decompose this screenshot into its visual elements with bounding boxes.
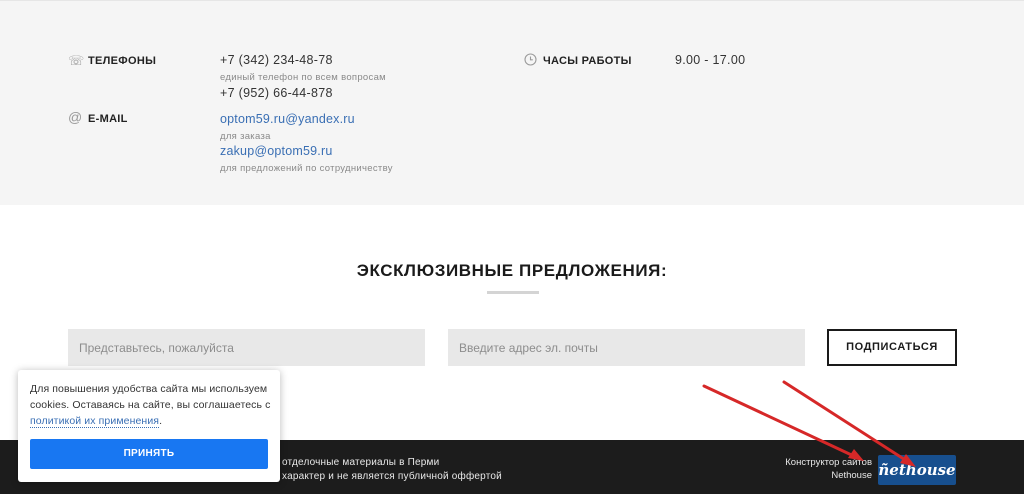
credit-line-1: Конструктор сайтов [785,457,872,468]
accept-cookies-button[interactable]: ПРИНЯТЬ [30,439,268,469]
nethouse-credit[interactable]: Конструктор сайтов Nethouse [785,456,872,482]
cookie-message: Для повышения удобства сайта мы использу… [30,383,271,411]
cookie-banner: Для повышения удобства сайта мы использу… [18,370,280,482]
credit-line-2: Nethouse [831,470,872,481]
subscribe-title: ЭКСКЛЮЗИВНЫЕ ПРЕДЛОЖЕНИЯ: [356,261,668,280]
cookie-policy-link[interactable]: политикой их применения [30,415,160,428]
phone-1-note: единый телефон по всем вопросам [220,72,386,83]
footer-text-line-1: отделочные материалы в Перми [282,457,440,468]
hours-label: ЧАСЫ РАБОТЫ [543,55,632,67]
phone-1[interactable]: +7 (342) 234-48-78 [220,53,333,67]
cookie-text: Для повышения удобства сайта мы использу… [30,381,275,429]
clock-icon [524,53,537,68]
email-1-link[interactable]: optom59.ru@yandex.ru [220,112,355,126]
email-label: E-MAIL [88,113,128,125]
footer-text-line-2: характер и не является публичной офферто… [282,471,502,482]
phone-2[interactable]: +7 (952) 66-44-878 [220,86,333,100]
subscribe-button[interactable]: ПОДПИСАТЬСЯ [827,329,957,366]
phones-label: ТЕЛЕФОНЫ [88,55,157,67]
email-2-link[interactable]: zakup@optom59.ru [220,144,332,158]
title-divider [487,291,539,294]
email-input[interactable]: Введите адрес эл. почты [448,329,805,366]
nethouse-logo[interactable]: ñethouse [878,455,956,485]
email-1-note: для заказа [220,131,271,142]
email-2-note: для предложений по сотрудничеству [220,163,393,174]
name-input[interactable]: Представьтесь, пожалуйста [68,329,425,366]
phone-icon: ☏ [68,53,85,68]
at-icon: @ [68,109,83,125]
cookie-period: . [159,415,163,427]
contacts-section: ☏ ТЕЛЕФОНЫ +7 (342) 234-48-78 единый тел… [0,0,1024,205]
hours-value: 9.00 - 17.00 [675,53,746,67]
